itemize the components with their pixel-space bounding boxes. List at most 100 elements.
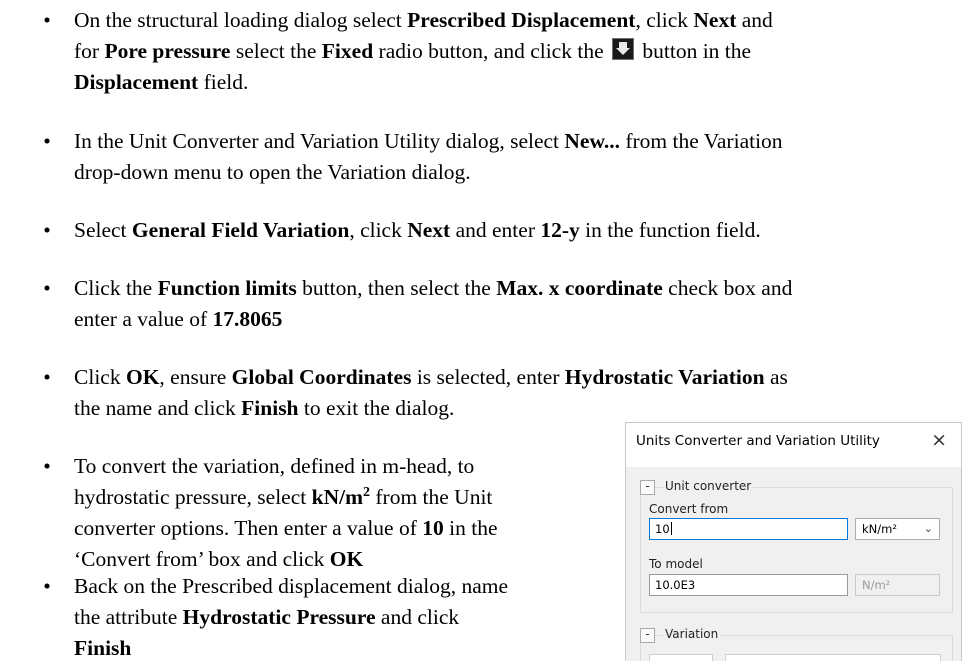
download-arrow-icon <box>612 38 634 60</box>
unit-converter-group: - Unit converter Convert from 10 kN/m² ⌄ … <box>640 479 953 613</box>
variation-group: - Variation <box>640 627 953 661</box>
to-model-unit: N/m² <box>855 574 940 596</box>
bold-term: Hydrostatic Variation <box>564 365 765 389</box>
bullet-text: Click OK, ensure Global Coordinates is s… <box>74 362 959 424</box>
bullet-text: Back on the Prescribed displacement dial… <box>74 571 594 664</box>
text-line: hydrostatic pressure, select kN/m2 from … <box>74 482 594 513</box>
bold-term: Finish <box>241 396 299 420</box>
bold-term: Next <box>693 8 737 32</box>
text-run: converter options. Then enter a value of <box>74 516 423 540</box>
bold-term: Finish <box>74 636 132 660</box>
text-run: and click <box>375 605 460 629</box>
bullet-marker: • <box>43 218 51 242</box>
text-run: Click the <box>74 276 158 300</box>
to-model-value: 10.0E3 <box>649 574 848 596</box>
text-run: and enter <box>450 218 541 242</box>
close-icon[interactable]: × <box>931 429 947 451</box>
bullet-text: Select General Field Variation, click Ne… <box>74 215 959 246</box>
text-run: drop-down menu to open the Variation dia… <box>74 160 471 184</box>
text-run: from the Variation <box>619 129 783 153</box>
bold-term: Prescribed Displacement <box>407 8 636 32</box>
text-run: In the Unit Converter and Variation Util… <box>74 129 565 153</box>
bold-term: Function limits <box>157 276 297 300</box>
text-line: Select General Field Variation, click Ne… <box>74 215 959 246</box>
bullet-text: To convert the variation, defined in m-h… <box>74 451 594 575</box>
bold-term: Global Coordinates <box>231 365 412 389</box>
bold-term: OK <box>329 547 364 571</box>
text-run: , click <box>635 8 694 32</box>
variation-group-label: Variation <box>663 627 721 641</box>
text-line: Click the Function limits button, then s… <box>74 273 959 304</box>
chevron-down-icon: ⌄ <box>923 522 933 535</box>
text-run: is selected, enter <box>411 365 565 389</box>
bullet-marker: • <box>43 574 51 598</box>
text-line: Click OK, ensure Global Coordinates is s… <box>74 362 959 393</box>
text-run: Select <box>74 218 132 242</box>
bold-term: General Field Variation <box>131 218 350 242</box>
text-run: button, then select the <box>296 276 497 300</box>
text-line: enter a value of 17.8065 <box>74 304 959 335</box>
bold-term: Displacement <box>74 70 199 94</box>
dialog-body: - Unit converter Convert from 10 kN/m² ⌄ … <box>626 467 961 661</box>
bold-term: 12-y <box>540 218 580 242</box>
bold-term: 2 <box>363 484 370 500</box>
text-run: and <box>736 8 773 32</box>
text-run: from the Unit <box>370 485 493 509</box>
bold-term: Pore pressure <box>104 39 231 63</box>
text-run: select the <box>230 39 322 63</box>
text-run: for <box>74 39 105 63</box>
bold-term: Max. x coordinate <box>496 276 663 300</box>
text-run: hydrostatic pressure, select <box>74 485 312 509</box>
text-run: check box and <box>662 276 793 300</box>
text-run: in the <box>443 516 498 540</box>
bullet-text: Click the Function limits button, then s… <box>74 273 959 335</box>
text-run: , click <box>349 218 408 242</box>
bullet-marker: • <box>43 8 51 32</box>
bold-term: Next <box>407 218 451 242</box>
bold-term: New... <box>564 129 620 153</box>
text-line: Displacement field. <box>74 67 959 98</box>
text-run: the name and click <box>74 396 242 420</box>
bullet-text: On the structural loading dialog select … <box>74 5 959 98</box>
text-run: On the structural loading dialog select <box>74 8 408 32</box>
text-run: button in the <box>637 39 752 63</box>
bullet-marker: • <box>43 365 51 389</box>
convert-from-input[interactable]: 10 <box>649 518 848 540</box>
text-line: the attribute Hydrostatic Pressure and c… <box>74 602 594 633</box>
unit-converter-group-label: Unit converter <box>663 479 754 493</box>
bold-term: Hydrostatic Pressure <box>182 605 376 629</box>
text-run: field. <box>198 70 249 94</box>
text-run: the attribute <box>74 605 183 629</box>
dialog-title: Units Converter and Variation Utility <box>636 433 880 449</box>
text-line: In the Unit Converter and Variation Util… <box>74 126 959 157</box>
text-line: converter options. Then enter a value of… <box>74 513 594 544</box>
bullet-marker: • <box>43 129 51 153</box>
convert-from-unit-select[interactable]: kN/m² ⌄ <box>855 518 940 540</box>
bullet-text: In the Unit Converter and Variation Util… <box>74 126 959 188</box>
text-line: for Pore pressure select the Fixed radio… <box>74 36 959 67</box>
text-run: Back on the Prescribed displacement dial… <box>74 574 509 598</box>
text-run: To convert the variation, defined in m-h… <box>74 454 475 478</box>
unit-converter-collapse-button[interactable]: - <box>640 480 655 495</box>
text-line: drop-down menu to open the Variation dia… <box>74 157 959 188</box>
text-run: to exit the dialog. <box>298 396 455 420</box>
text-run: as <box>764 365 788 389</box>
variation-collapse-button[interactable]: - <box>640 628 655 643</box>
text-line: To convert the variation, defined in m-h… <box>74 451 594 482</box>
text-run: in the function field. <box>579 218 761 242</box>
text-run: enter a value of <box>74 307 213 331</box>
text-run: ‘Convert from’ box and click <box>74 547 330 571</box>
convert-from-label: Convert from <box>649 502 729 516</box>
bullet-marker: • <box>43 454 51 478</box>
bullet-marker: • <box>43 276 51 300</box>
bold-term: OK <box>125 365 160 389</box>
text-line: the name and click Finish to exit the di… <box>74 393 959 424</box>
bold-term: Fixed <box>321 39 374 63</box>
text-run: radio button, and click the <box>373 39 609 63</box>
to-model-label: To model <box>649 557 703 571</box>
text-line: Finish <box>74 633 594 664</box>
bold-term: 10 <box>422 516 444 540</box>
text-run: , ensure <box>159 365 232 389</box>
text-line: Back on the Prescribed displacement dial… <box>74 571 594 602</box>
units-converter-dialog: Units Converter and Variation Utility × … <box>625 422 962 661</box>
